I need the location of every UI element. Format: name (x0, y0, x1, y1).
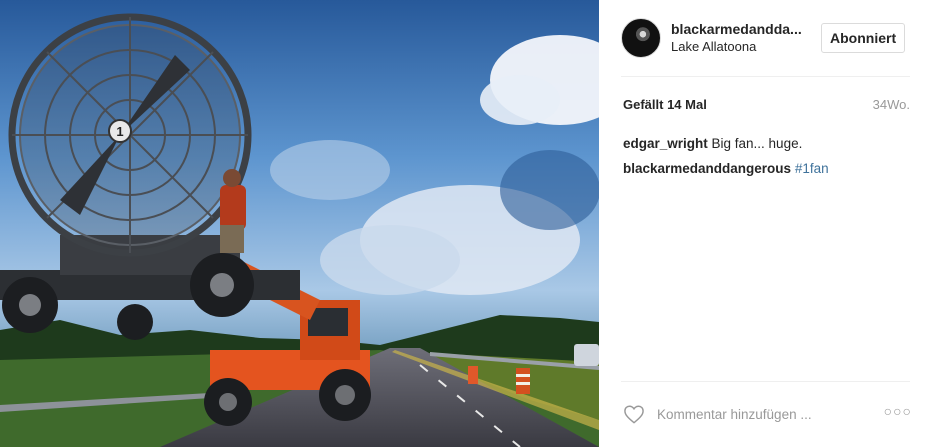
avatar[interactable] (621, 18, 661, 58)
photo-illustration: 1 (0, 0, 599, 447)
follow-button[interactable]: Abonniert (821, 23, 906, 53)
hashtag-link[interactable]: #1fan (795, 161, 829, 176)
comment-author[interactable]: edgar_wright (623, 136, 708, 151)
post-location[interactable]: Lake Allatoona (671, 39, 756, 54)
header-divider (621, 76, 910, 77)
post-age[interactable]: 34Wo. (873, 97, 910, 112)
heart-icon[interactable] (623, 404, 645, 424)
post-header: blackarmedandda... Lake Allatoona Abonni… (621, 18, 911, 58)
post-details-panel: blackarmedandda... Lake Allatoona Abonni… (599, 0, 932, 447)
comment-author[interactable]: blackarmedanddangerous (623, 161, 791, 176)
footer-divider (621, 381, 910, 382)
comment-text: Big fan... huge. (707, 136, 803, 151)
comment-input[interactable] (657, 405, 847, 423)
post-username[interactable]: blackarmedandda... (671, 21, 802, 37)
fan-badge-number: 1 (116, 124, 123, 139)
comment-item: edgar_wright Big fan... huge. (623, 136, 802, 151)
post-photo[interactable]: 1 (0, 0, 599, 447)
comment-item: blackarmedanddangerous #1fan (623, 161, 829, 176)
likes-count[interactable]: Gefällt 14 Mal (623, 97, 707, 112)
more-options-icon[interactable]: ○○○ (884, 403, 912, 419)
